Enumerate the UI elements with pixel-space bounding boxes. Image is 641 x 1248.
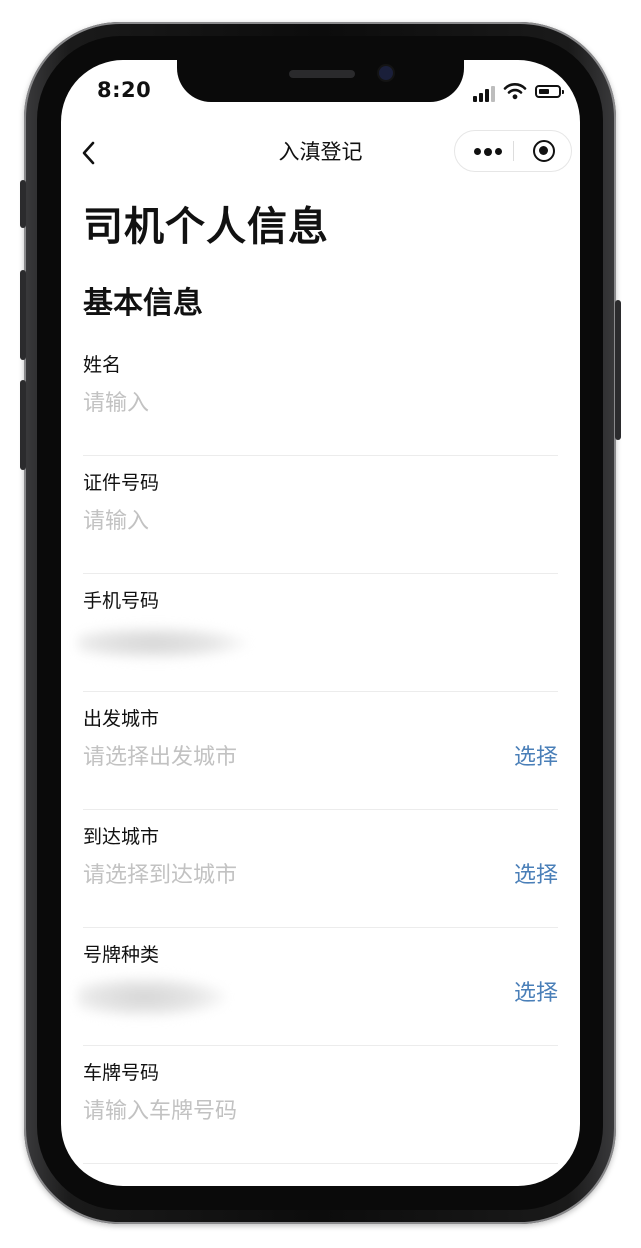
speaker: [289, 70, 355, 78]
plate-number-input[interactable]: 请输入车牌号码: [83, 1093, 237, 1125]
name-input[interactable]: 请输入: [83, 385, 149, 417]
mute-switch: [20, 180, 26, 228]
form-row-id-number[interactable]: 证件号码 请输入: [83, 456, 558, 574]
app-screen: 8:20 入滇登记 司机个人信息 基本信息 姓名 请输入 证件号码 请输入 手机…: [61, 60, 580, 1186]
select-arrival-button[interactable]: 选择: [514, 857, 558, 889]
status-time: 8:20: [97, 78, 152, 102]
form-row-phone[interactable]: 手机号码: [77, 574, 558, 692]
form-row-name[interactable]: 姓名 请输入: [83, 338, 558, 456]
wifi-icon: [503, 83, 527, 100]
field-label: 出发城市: [83, 708, 160, 730]
field-label: 证件号码: [83, 472, 160, 494]
phone-input-blurred[interactable]: [77, 626, 247, 660]
form-row-plate-number[interactable]: 车牌号码 请输入车牌号码: [83, 1046, 558, 1164]
select-departure-button[interactable]: 选择: [514, 739, 558, 771]
power-button: [615, 300, 621, 440]
volume-up-button: [20, 270, 26, 360]
id-number-input[interactable]: 请输入: [83, 503, 149, 535]
battery-icon: [535, 85, 564, 98]
front-camera: [379, 66, 393, 80]
section-title: 基本信息: [83, 286, 203, 321]
select-plate-type-button[interactable]: 选择: [514, 975, 558, 1007]
close-target-icon[interactable]: [533, 140, 555, 162]
status-icons: [473, 82, 569, 102]
field-label: 到达城市: [83, 826, 160, 848]
form-row-arrival-city[interactable]: 到达城市 请选择到达城市 选择: [83, 810, 558, 928]
form-row-plate-type[interactable]: 号牌种类 选择: [77, 928, 558, 1046]
capsule-divider: [513, 141, 514, 161]
divider: [83, 1163, 558, 1164]
departure-city-input[interactable]: 请选择出发城市: [83, 739, 237, 771]
plate-type-value-blurred[interactable]: [77, 976, 227, 1018]
miniprogram-capsule: [454, 130, 572, 172]
field-label: 车牌号码: [83, 1062, 160, 1084]
volume-down-button: [20, 380, 26, 470]
field-label: 号牌种类: [83, 944, 160, 966]
page-title: 司机个人信息: [83, 204, 329, 250]
field-label: 姓名: [83, 354, 122, 376]
form-row-departure-city[interactable]: 出发城市 请选择出发城市 选择: [83, 692, 558, 810]
arrival-city-input[interactable]: 请选择到达城市: [83, 857, 237, 889]
notch: [177, 60, 464, 102]
field-label: 手机号码: [83, 590, 160, 612]
